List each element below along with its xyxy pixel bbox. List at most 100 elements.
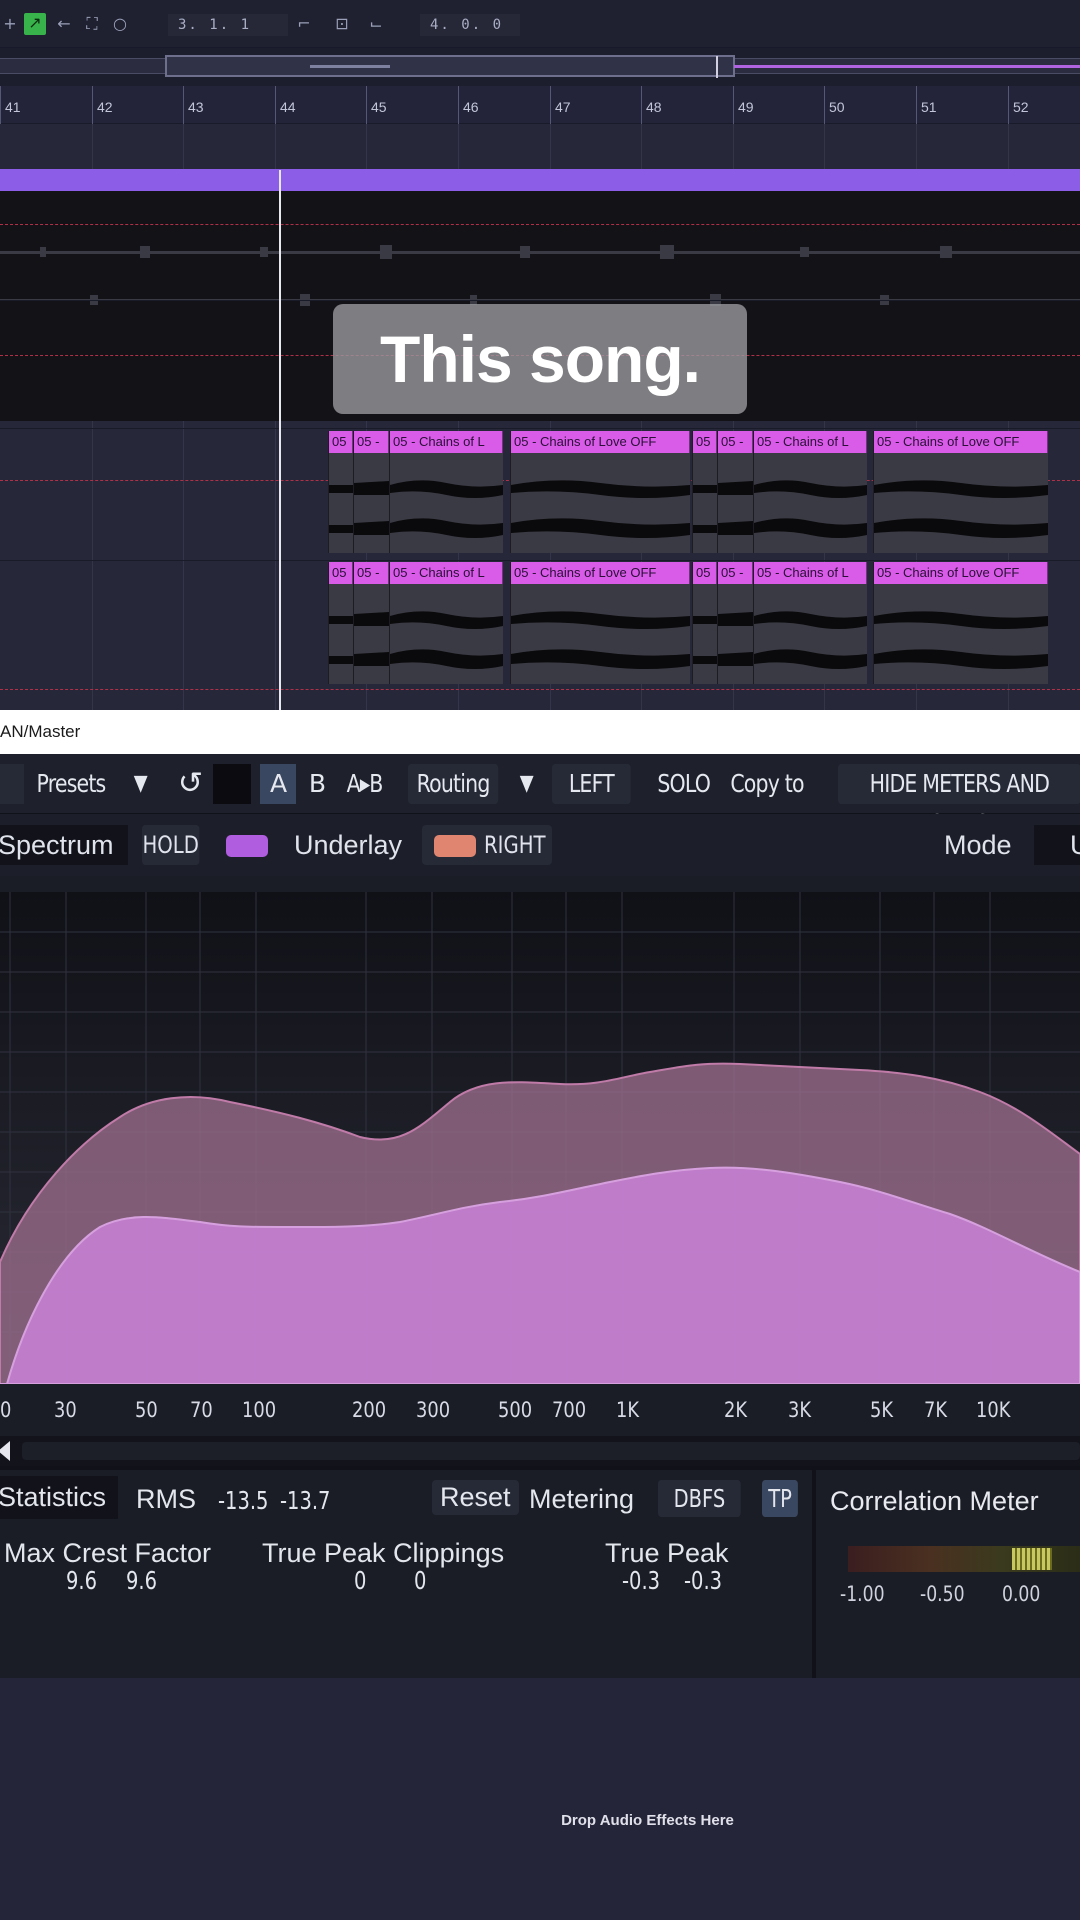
crest-right-value: 9.6 [126,1566,158,1595]
bar-number: 45 [366,86,387,124]
rms-label: RMS [136,1484,196,1514]
ab-copy-button[interactable]: A▸B [340,764,389,804]
bar-number: 52 [1008,86,1029,124]
correlation-level [1012,1548,1052,1570]
clip-name: 05 - [718,562,753,584]
clip-waveform [874,480,1048,538]
ab-slot-a[interactable]: A [260,764,296,804]
track-lanes[interactable]: 05 05 - 05 - Chains of L 05 - Chains of … [0,124,1080,710]
clip-name: 05 [329,431,353,453]
audio-clip[interactable]: 05 - [717,562,753,684]
region-bar[interactable] [0,169,1080,191]
routing-button[interactable]: Routing [408,764,499,804]
freq-label: 5K [870,1398,894,1422]
clip-name: 05 - Chains of Love OFF [874,562,1048,584]
color-slot[interactable] [213,764,251,804]
position-display[interactable]: 3. 1. 1 [168,14,288,36]
presets-dropdown-icon[interactable]: ▼ [128,764,153,804]
audio-clip[interactable]: 05 - [353,431,389,553]
bar-number: 49 [733,86,754,124]
audio-clip[interactable]: 05 [328,431,353,553]
undo-icon[interactable]: ↺ [170,764,210,804]
clip-waveform [390,480,503,538]
spectrum-svg [0,892,1080,1384]
ab-slot-b[interactable]: B [299,764,335,804]
metering-label: Metering [529,1484,635,1514]
true-peak-clippings-label: True Peak Clippings [262,1538,505,1568]
freq-label: 0 [0,1398,12,1422]
audio-clip[interactable]: 05 - [353,562,389,684]
clip-name: 05 - Chains of L [390,562,503,584]
freq-label: 1K [616,1398,640,1422]
copy-to-button[interactable]: Copy to [726,764,808,804]
device-chain-area[interactable]: Drop Audio Effects Here [0,1678,1080,1920]
statistics-tab[interactable]: Statistics [0,1476,119,1519]
mode-selector[interactable]: U [1034,825,1080,865]
audio-clip[interactable]: 05 - Chains of L [389,562,503,684]
automation-icon[interactable]: ↗ [24,13,46,35]
arrangement-view: + ↗ ← ⛶ ○ 3. 1. 1 ⌐ ⊡ ⌙ 4. 0. 0 41 42 43… [0,0,1080,710]
punch-in-icon[interactable]: ⌐ [294,14,314,34]
metering-mode-selector[interactable]: DBFS [658,1480,741,1517]
correlation-scale-label: -0.50 [920,1582,965,1606]
audio-clip[interactable]: 05 - Chains of Love OFF [510,562,690,684]
mode-label: Mode [944,830,1012,860]
lane-separator [0,560,1080,561]
clip-name: 05 [693,562,717,584]
lane-separator [0,300,1080,301]
true-peak-toggle[interactable]: TP [762,1480,799,1517]
playhead[interactable] [279,170,281,710]
hold-color-swatch[interactable] [226,835,268,857]
max-crest-label: Max Crest Factor [4,1538,212,1568]
hide-meters-button[interactable]: HIDE METERS AND STATS [838,764,1080,838]
record-icon[interactable]: ○ [110,14,130,34]
punch-out-icon[interactable]: ⌙ [366,14,386,34]
bar-number: 42 [92,86,113,124]
audio-clip[interactable]: 05 - Chains of L [753,431,867,553]
audio-clip[interactable]: 05 - Chains of Love OFF [873,562,1048,684]
video-caption: This song. [333,304,747,414]
audio-clip[interactable]: 05 [692,562,717,684]
audio-clip[interactable]: 05 - Chains of L [389,431,503,553]
freq-label: 2K [724,1398,748,1422]
hold-button[interactable]: HOLD [142,825,200,865]
arrangement-overview[interactable] [0,48,1080,86]
expand-icon[interactable]: ⛶ [82,14,102,34]
loop-icon[interactable]: ⊡ [332,14,352,34]
freq-label: 500 [498,1398,533,1422]
audio-clip[interactable]: 05 [328,562,353,684]
reset-button[interactable]: Reset [432,1480,519,1515]
audio-clip[interactable]: 05 - [717,431,753,553]
spectrum-tab[interactable]: Spectrum [0,825,128,865]
freq-label: 300 [416,1398,451,1422]
left-channel-button[interactable]: LEFT [552,764,631,804]
audio-clip[interactable]: 05 - Chains of Love OFF [510,431,690,553]
automation-line [0,224,1080,225]
plugin-toolbar: Presets ▼ ↺ A B A▸B Routing ▼ LEFT SOLO … [0,754,1080,838]
audio-clip[interactable]: 05 - Chains of Love OFF [873,431,1048,553]
clip-waveform [329,485,353,533]
freq-label: 50 [135,1398,158,1422]
add-icon[interactable]: + [0,14,20,34]
clip-waveform [511,611,690,669]
audio-clip[interactable]: 05 - Chains of L [753,562,867,684]
bar-number: 51 [916,86,937,124]
right-color-swatch[interactable] [434,835,476,857]
correlation-meter-panel: Correlation Meter -1.00 -0.50 0.00 [812,1466,1080,1678]
audio-clip[interactable]: 05 [692,431,717,553]
bar-ruler[interactable]: 41 42 43 44 45 46 47 48 49 50 51 52 [0,86,1080,124]
routing-dropdown-icon[interactable]: ▼ [514,764,539,804]
scrollbar-thumb[interactable] [22,1442,1080,1460]
loop-length-display[interactable]: 4. 0. 0 [420,14,520,36]
clip-waveform [329,616,353,664]
right-channel-label: RIGHT [484,831,546,859]
solo-button[interactable]: SOLO [655,764,712,804]
frequency-scrollbar[interactable] [0,1436,1080,1466]
overview-window[interactable] [165,55,735,77]
spectrum-graph[interactable] [0,892,1080,1384]
back-arrow-icon[interactable]: ← [54,14,74,34]
clip-waveform [390,611,503,669]
presets-button[interactable]: Presets [30,764,112,804]
clip-waveform [354,612,389,666]
scroll-left-icon[interactable] [0,1441,10,1461]
